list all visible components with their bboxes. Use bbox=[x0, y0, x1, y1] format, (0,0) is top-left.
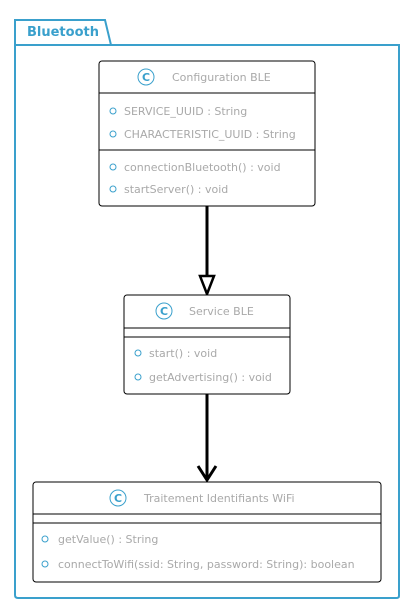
class-name: Configuration BLE bbox=[172, 71, 271, 84]
method: connectToWifi(ssid: String, password: St… bbox=[58, 558, 355, 571]
class-name: Traitement Identifiants WiFi bbox=[143, 492, 295, 505]
class-c-letter: C bbox=[142, 71, 150, 84]
class-service-ble[interactable]: C Service BLE start() : void getAdvertis… bbox=[123, 294, 291, 395]
association-arrow bbox=[196, 394, 218, 483]
class-c-letter: C bbox=[114, 492, 122, 505]
package-label: Bluetooth bbox=[27, 25, 99, 40]
method: connectionBluetooth() : void bbox=[124, 161, 281, 174]
method: getAdvertising() : void bbox=[149, 371, 272, 384]
class-traitement-identifiants-wifi[interactable]: C Traitement Identifiants WiFi getValue(… bbox=[32, 481, 382, 583]
method: startServer() : void bbox=[124, 183, 228, 196]
method: start() : void bbox=[149, 347, 217, 360]
attribute: CHARACTERISTIC_UUID : String bbox=[124, 128, 296, 141]
class-configuration-ble[interactable]: C Configuration BLE SERVICE_UUID : Strin… bbox=[98, 60, 316, 207]
inheritance-arrow bbox=[198, 206, 216, 298]
uml-class-diagram: Bluetooth C Configuration BLE SERVICE_UU… bbox=[14, 19, 401, 599]
attribute: SERVICE_UUID : String bbox=[124, 105, 247, 118]
method: getValue() : String bbox=[58, 533, 158, 546]
class-name: Service BLE bbox=[189, 305, 254, 318]
class-c-letter: C bbox=[160, 305, 168, 318]
